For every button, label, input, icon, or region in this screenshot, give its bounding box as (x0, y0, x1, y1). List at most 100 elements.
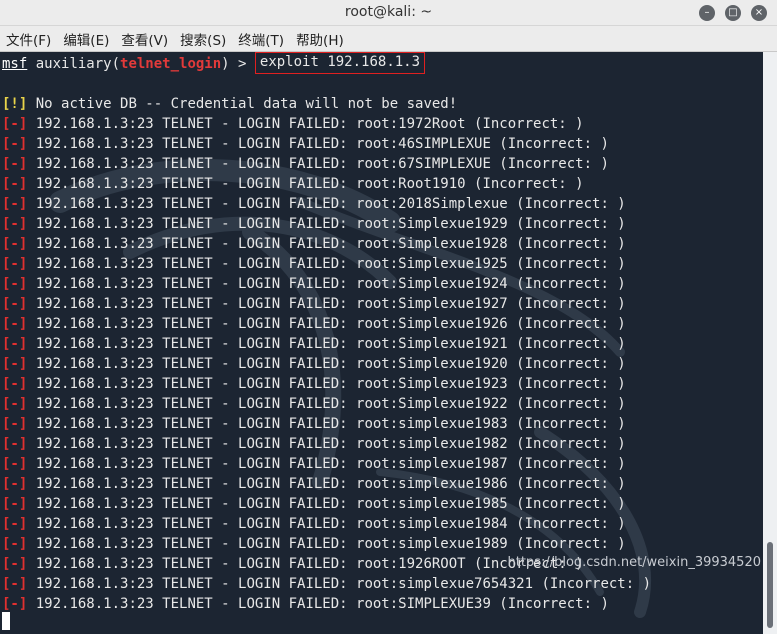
error-tag: [-] (2, 596, 28, 612)
log-line: [-] 192.168.1.3:23 TELNET - LOGIN FAILED… (2, 154, 609, 174)
log-text: 192.168.1.3:23 TELNET - LOGIN FAILED: ro… (27, 576, 652, 592)
log-line: [-] 192.168.1.3:23 TELNET - LOGIN FAILED… (2, 234, 626, 254)
error-tag: [-] (2, 436, 28, 452)
error-tag: [-] (2, 456, 28, 472)
log-line: [-] 192.168.1.3:23 TELNET - LOGIN FAILED… (2, 534, 626, 554)
warning-text: No active DB -- Credential data will not… (27, 96, 458, 112)
menu-terminal[interactable]: 终端(T) (238, 29, 290, 49)
error-tag: [-] (2, 556, 28, 572)
error-tag: [-] (2, 376, 28, 392)
error-tag: [-] (2, 236, 28, 252)
window-controls: – □ × (699, 5, 767, 21)
log-text: 192.168.1.3:23 TELNET - LOGIN FAILED: ro… (27, 216, 626, 232)
log-line: [-] 192.168.1.3:23 TELNET - LOGIN FAILED… (2, 274, 626, 294)
log-line: [-] 192.168.1.3:23 TELNET - LOGIN FAILED… (2, 214, 626, 234)
log-text: 192.168.1.3:23 TELNET - LOGIN FAILED: ro… (27, 256, 626, 272)
log-text: 192.168.1.3:23 TELNET - LOGIN FAILED: ro… (27, 496, 626, 512)
scrollbar[interactable] (763, 52, 777, 634)
close-icon[interactable]: × (751, 5, 767, 21)
log-line: [-] 192.168.1.3:23 TELNET - LOGIN FAILED… (2, 474, 626, 494)
title-bar: root@kali: ~ – □ × (0, 0, 777, 26)
menu-file[interactable]: 文件(F) (6, 29, 57, 49)
error-tag: [-] (2, 356, 28, 372)
minimize-icon[interactable]: – (699, 5, 715, 21)
log-line: [-] 192.168.1.3:23 TELNET - LOGIN FAILED… (2, 254, 626, 274)
error-tag: [-] (2, 296, 28, 312)
log-line: [-] 192.168.1.3:23 TELNET - LOGIN FAILED… (2, 134, 609, 154)
menu-edit[interactable]: 编辑(E) (63, 29, 115, 49)
terminal-cursor (2, 612, 10, 630)
error-tag: [-] (2, 396, 28, 412)
error-tag: [-] (2, 516, 28, 532)
log-text: 192.168.1.3:23 TELNET - LOGIN FAILED: ro… (27, 176, 584, 192)
maximize-icon[interactable]: □ (725, 5, 741, 21)
log-text: 192.168.1.3:23 TELNET - LOGIN FAILED: ro… (27, 196, 626, 212)
terminal-area[interactable]: msf auxiliary(telnet_login) > exploit 19… (0, 52, 763, 634)
error-tag: [-] (2, 336, 28, 352)
log-text: 192.168.1.3:23 TELNET - LOGIN FAILED: ro… (27, 116, 584, 132)
log-line: [-] 192.168.1.3:23 TELNET - LOGIN FAILED… (2, 194, 626, 214)
log-text: 192.168.1.3:23 TELNET - LOGIN FAILED: ro… (27, 296, 626, 312)
menu-view[interactable]: 查看(V) (121, 29, 174, 49)
log-line: [-] 192.168.1.3:23 TELNET - LOGIN FAILED… (2, 114, 584, 134)
prompt-msf: msf (2, 56, 28, 72)
log-line: [-] 192.168.1.3:23 TELNET - LOGIN FAILED… (2, 414, 626, 434)
log-text: 192.168.1.3:23 TELNET - LOGIN FAILED: ro… (27, 316, 626, 332)
log-text: 192.168.1.3:23 TELNET - LOGIN FAILED: ro… (27, 476, 626, 492)
highlighted-command: exploit 192.168.1.3 (254, 52, 426, 74)
error-tag: [-] (2, 256, 28, 272)
log-text: 192.168.1.3:23 TELNET - LOGIN FAILED: ro… (27, 396, 626, 412)
log-line: [-] 192.168.1.3:23 TELNET - LOGIN FAILED… (2, 494, 626, 514)
log-text: 192.168.1.3:23 TELNET - LOGIN FAILED: ro… (27, 556, 584, 572)
error-tag: [-] (2, 176, 28, 192)
log-text: 192.168.1.3:23 TELNET - LOGIN FAILED: ro… (27, 336, 626, 352)
error-tag: [-] (2, 156, 28, 172)
log-text: 192.168.1.3:23 TELNET - LOGIN FAILED: ro… (27, 596, 609, 612)
log-line: [-] 192.168.1.3:23 TELNET - LOGIN FAILED… (2, 574, 651, 594)
log-line: [-] 192.168.1.3:23 TELNET - LOGIN FAILED… (2, 554, 584, 574)
log-text: 192.168.1.3:23 TELNET - LOGIN FAILED: ro… (27, 436, 626, 452)
log-text: 192.168.1.3:23 TELNET - LOGIN FAILED: ro… (27, 156, 609, 172)
log-text: 192.168.1.3:23 TELNET - LOGIN FAILED: ro… (27, 536, 626, 552)
log-line: [-] 192.168.1.3:23 TELNET - LOGIN FAILED… (2, 394, 626, 414)
log-line: [-] 192.168.1.3:23 TELNET - LOGIN FAILED… (2, 594, 609, 614)
log-text: 192.168.1.3:23 TELNET - LOGIN FAILED: ro… (27, 456, 626, 472)
prompt-module: telnet_login (120, 56, 222, 72)
prompt-pre: auxiliary( (27, 56, 121, 72)
menu-search[interactable]: 搜索(S) (180, 29, 232, 49)
error-tag: [-] (2, 576, 28, 592)
error-tag: [-] (2, 536, 28, 552)
log-line: [-] 192.168.1.3:23 TELNET - LOGIN FAILED… (2, 434, 626, 454)
menu-bar: 文件(F) 编辑(E) 查看(V) 搜索(S) 终端(T) 帮助(H) (0, 26, 777, 52)
log-line: [-] 192.168.1.3:23 TELNET - LOGIN FAILED… (2, 454, 626, 474)
error-tag: [-] (2, 196, 28, 212)
log-text: 192.168.1.3:23 TELNET - LOGIN FAILED: ro… (27, 416, 626, 432)
error-tag: [-] (2, 416, 28, 432)
error-tag: [-] (2, 276, 28, 292)
log-text: 192.168.1.3:23 TELNET - LOGIN FAILED: ro… (27, 356, 626, 372)
scrollbar-thumb[interactable] (767, 542, 773, 628)
warning-tag: [!] (2, 96, 28, 112)
error-tag: [-] (2, 136, 28, 152)
log-line: [-] 192.168.1.3:23 TELNET - LOGIN FAILED… (2, 354, 626, 374)
log-text: 192.168.1.3:23 TELNET - LOGIN FAILED: ro… (27, 136, 609, 152)
error-tag: [-] (2, 216, 28, 232)
log-text: 192.168.1.3:23 TELNET - LOGIN FAILED: ro… (27, 516, 626, 532)
warning-line: [!] No active DB -- Credential data will… (2, 94, 457, 114)
window-title: root@kali: ~ (344, 4, 433, 20)
error-tag: [-] (2, 476, 28, 492)
log-text: 192.168.1.3:23 TELNET - LOGIN FAILED: ro… (27, 376, 626, 392)
log-line: [-] 192.168.1.3:23 TELNET - LOGIN FAILED… (2, 314, 626, 334)
log-line: [-] 192.168.1.3:23 TELNET - LOGIN FAILED… (2, 514, 626, 534)
log-line: [-] 192.168.1.3:23 TELNET - LOGIN FAILED… (2, 294, 626, 314)
watermark: https://blog.csdn.net/weixin_39934520 (507, 555, 761, 570)
prompt-line: msf auxiliary(telnet_login) > exploit 19… (2, 52, 426, 74)
error-tag: [-] (2, 316, 28, 332)
log-line: [-] 192.168.1.3:23 TELNET - LOGIN FAILED… (2, 334, 626, 354)
log-text: 192.168.1.3:23 TELNET - LOGIN FAILED: ro… (27, 236, 626, 252)
error-tag: [-] (2, 116, 28, 132)
error-tag: [-] (2, 496, 28, 512)
prompt-post: ) > (221, 56, 255, 72)
log-line: [-] 192.168.1.3:23 TELNET - LOGIN FAILED… (2, 374, 626, 394)
menu-help[interactable]: 帮助(H) (296, 29, 350, 49)
